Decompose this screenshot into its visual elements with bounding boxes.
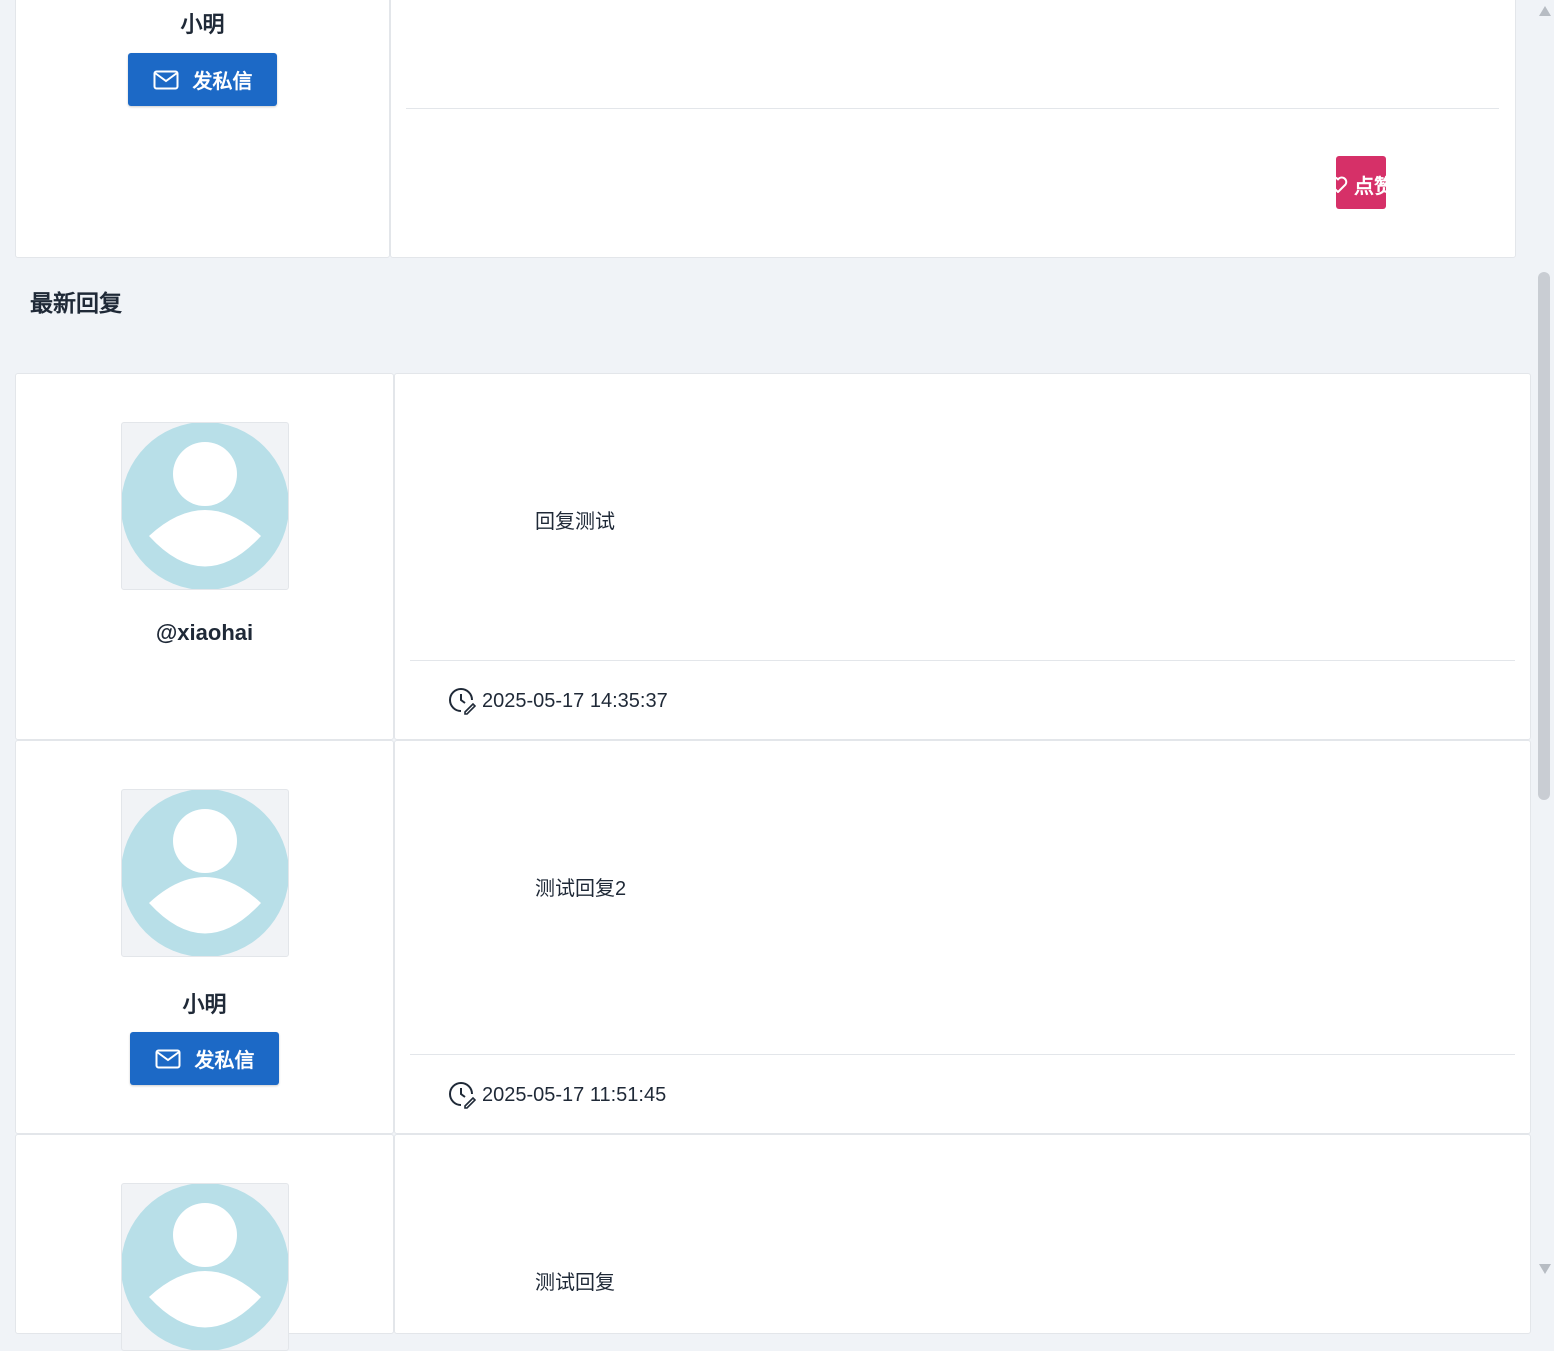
avatar (121, 1183, 289, 1351)
latest-replies-title: 最新回复 (30, 290, 122, 316)
avatar (121, 789, 289, 957)
author-name: 小明 (180, 12, 225, 37)
send-message-button[interactable]: 发私信 (130, 1032, 279, 1085)
reply-content-card: 测试回复 (394, 1134, 1531, 1334)
author-name[interactable]: 小明 (16, 987, 393, 1019)
send-message-label: 发私信 (192, 71, 253, 93)
reply-divider (410, 1054, 1515, 1055)
reply-divider (410, 660, 1515, 661)
default-avatar-icon (122, 1184, 288, 1350)
clock-edit-icon (449, 1082, 476, 1109)
reply-content: 测试回复 (535, 1272, 615, 1294)
like-label: 点赞 (1354, 176, 1386, 198)
clock-edit-icon (449, 688, 476, 715)
post-content-card (390, 0, 1516, 258)
reply-author-card: @xiaohai (15, 373, 394, 740)
reply-timestamp: 2025-05-17 14:35:37 (448, 687, 668, 715)
scroll-up-arrow-icon[interactable] (1539, 6, 1551, 16)
post-divider (406, 108, 1499, 109)
reply-content: 测试回复2 (535, 878, 627, 900)
reply-time: 2025-05-17 11:51:45 (482, 1083, 667, 1106)
like-button[interactable]: 点赞 (1336, 156, 1386, 209)
scroll-down-arrow-icon[interactable] (1539, 1264, 1551, 1274)
reply-content-card: 回复测试 2025-05-17 14:35:37 (394, 373, 1531, 740)
mail-icon (153, 70, 178, 89)
reply-timestamp: 2025-05-17 11:51:45 (448, 1081, 666, 1109)
reply-time: 2025-05-17 14:35:37 (482, 689, 668, 712)
reply-content-card: 测试回复2 2025-05-17 11:51:45 (394, 740, 1531, 1134)
scrollbar-thumb[interactable] (1538, 272, 1550, 800)
send-message-label: 发私信 (194, 1050, 255, 1072)
reply-content: 回复测试 (535, 511, 615, 533)
avatar (121, 422, 289, 590)
default-avatar-icon (122, 423, 288, 589)
post-author-card: 小明 发私信 (15, 0, 390, 258)
page-scrollbar[interactable] (1532, 0, 1554, 1280)
send-message-button[interactable]: 发私信 (128, 53, 277, 106)
heart-icon (1336, 176, 1348, 193)
mail-icon (155, 1049, 180, 1068)
default-avatar-icon (122, 790, 288, 956)
reply-author-card: 小明 发私信 (15, 740, 394, 1134)
author-handle[interactable]: @xiaohai (16, 620, 393, 646)
reply-author-card (15, 1134, 394, 1351)
